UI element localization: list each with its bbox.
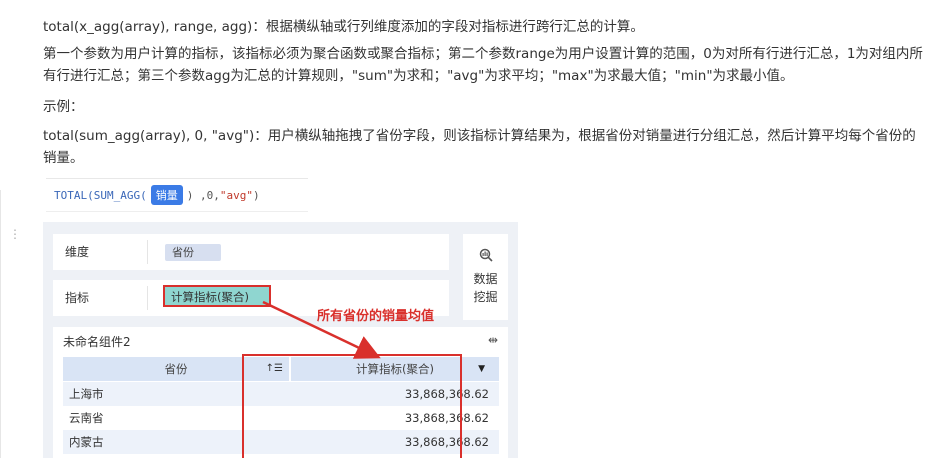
highlight-box bbox=[242, 354, 462, 458]
annotation-arrow bbox=[262, 300, 381, 359]
